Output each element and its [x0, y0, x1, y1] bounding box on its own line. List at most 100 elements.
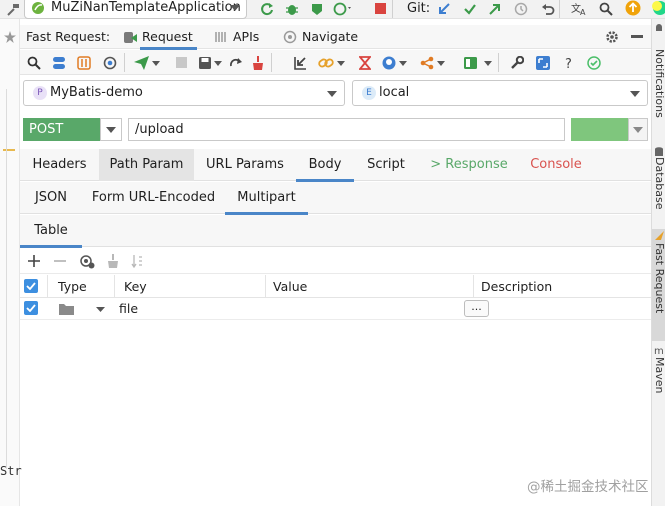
run-config-select[interactable]: MuZiNanTemplateApplication: [24, 0, 247, 19]
tab-navigate[interactable]: Navigate: [302, 29, 358, 44]
git-update-icon[interactable]: [436, 1, 451, 16]
row-key[interactable]: file: [119, 301, 138, 316]
send-icon[interactable]: [133, 55, 149, 70]
wrench-icon[interactable]: [509, 55, 524, 70]
chevron-down-icon[interactable]: [399, 60, 407, 66]
view-tabs: Table: [20, 215, 651, 248]
tab-console[interactable]: Console: [520, 149, 592, 181]
tab-body[interactable]: Body: [296, 149, 354, 182]
method-dropdown-button[interactable]: [100, 118, 122, 141]
search-icon[interactable]: [598, 1, 613, 16]
tab-path-param[interactable]: Path Param: [99, 149, 194, 181]
row-checkbox[interactable]: [24, 301, 38, 315]
column-header-key: Key: [124, 279, 147, 294]
tab-script[interactable]: Script: [354, 149, 418, 181]
visibility-icon[interactable]: [79, 253, 95, 269]
rerun-icon[interactable]: [259, 1, 274, 16]
check-circle-icon[interactable]: [586, 55, 601, 70]
select-all-checkbox[interactable]: [24, 279, 38, 293]
column-header-description: Description: [481, 279, 553, 294]
fast-request-stripe-tab[interactable]: Fast Request: [652, 229, 665, 341]
table-header: Type Key Value Description: [20, 275, 651, 298]
rocket-icon: [655, 231, 664, 240]
chevron-down-icon[interactable]: [337, 60, 345, 66]
environment-select-value: local: [379, 85, 410, 100]
column-separator: [47, 275, 48, 298]
remove-icon[interactable]: [53, 254, 67, 268]
help-icon[interactable]: ?: [561, 55, 576, 70]
tab-request[interactable]: Request: [140, 29, 197, 50]
table-row[interactable]: file ...: [20, 298, 651, 320]
send-dropdown-button[interactable]: [628, 118, 648, 141]
rollback-icon[interactable]: [540, 1, 555, 16]
browse-file-button[interactable]: ...: [464, 300, 489, 317]
type-dropdown-chevron-icon[interactable]: [95, 306, 105, 312]
notifications-stripe-tab[interactable]: Notifications: [653, 49, 665, 118]
link-icon[interactable]: [318, 55, 334, 70]
method-select[interactable]: POST: [23, 118, 100, 141]
debug-icon[interactable]: [284, 1, 299, 16]
sliders-icon[interactable]: [76, 55, 91, 70]
tab-form-url-encoded[interactable]: Form URL-Encoded: [82, 182, 225, 214]
tab-multipart[interactable]: Multipart: [225, 182, 308, 215]
chevron-down-icon[interactable]: [484, 60, 492, 66]
history-icon[interactable]: [513, 1, 528, 16]
fast-request-stripe-label: Fast Request: [653, 243, 665, 314]
stop-icon[interactable]: [374, 2, 386, 14]
environment-badge: E: [362, 86, 376, 100]
import-icon[interactable]: [292, 55, 307, 70]
profile-icon[interactable]: [333, 1, 351, 16]
navigate-tab-icon: [282, 29, 298, 45]
tab-json[interactable]: JSON: [20, 182, 82, 214]
column-header-type: Type: [58, 279, 87, 294]
target-icon[interactable]: [102, 55, 117, 70]
clean-icon[interactable]: [106, 253, 120, 268]
column-separator: [114, 275, 115, 298]
tab-headers[interactable]: Headers: [20, 149, 99, 181]
apis-tab-icon: [213, 29, 229, 45]
tab-response[interactable]: > Response: [418, 149, 520, 181]
redo-icon[interactable]: [228, 55, 243, 70]
document-icon[interactable]: [462, 55, 478, 70]
svg-text:A: A: [580, 8, 586, 16]
expand-icon[interactable]: [535, 55, 550, 70]
fast-request-header: Fast Request: Request APIs Navigate: [20, 25, 651, 50]
coverage-icon[interactable]: [309, 1, 324, 16]
chevron-down-icon: [630, 91, 640, 97]
toolbar-divider: [392, 0, 393, 18]
share-icon[interactable]: [419, 55, 434, 70]
bell-icon: [654, 23, 664, 33]
minimize-icon[interactable]: [631, 35, 643, 38]
tab-url-params[interactable]: URL Params: [194, 149, 296, 181]
project-select[interactable]: P MyBatis-demo: [23, 80, 345, 106]
chevron-down-icon[interactable]: [152, 60, 160, 66]
hammer-icon[interactable]: [6, 2, 20, 16]
plugin-title: Fast Request:: [26, 29, 111, 44]
toolbar-divider: [124, 53, 125, 72]
sort-icon[interactable]: [130, 253, 144, 268]
tab-table[interactable]: Table: [20, 215, 82, 248]
tab-apis[interactable]: APIs: [233, 29, 259, 44]
url-input[interactable]: /upload: [128, 118, 565, 141]
maven-stripe-tab[interactable]: Maven: [653, 357, 665, 393]
hourglass-icon[interactable]: [357, 55, 372, 70]
update-icon[interactable]: [625, 0, 641, 16]
environment-select[interactable]: E local: [352, 80, 648, 106]
star-icon[interactable]: [3, 30, 17, 44]
database-stripe-tab[interactable]: Database: [653, 157, 665, 210]
github-icon[interactable]: [381, 55, 396, 70]
chevron-down-icon[interactable]: [437, 60, 445, 66]
stop-icon: [175, 56, 187, 68]
translate-icon[interactable]: 文A: [571, 1, 588, 16]
gear-icon[interactable]: [604, 29, 619, 44]
git-commit-icon[interactable]: [462, 1, 477, 16]
add-icon[interactable]: [27, 254, 41, 268]
save-icon[interactable]: [197, 55, 212, 70]
jetbrains-logo-icon: [651, 0, 665, 16]
clean-icon[interactable]: [250, 55, 265, 70]
git-push-icon[interactable]: [487, 1, 502, 16]
send-button[interactable]: [571, 118, 628, 141]
search-icon[interactable]: [26, 55, 41, 70]
chevron-down-icon[interactable]: [214, 60, 222, 66]
toggle-icon[interactable]: [51, 55, 66, 70]
